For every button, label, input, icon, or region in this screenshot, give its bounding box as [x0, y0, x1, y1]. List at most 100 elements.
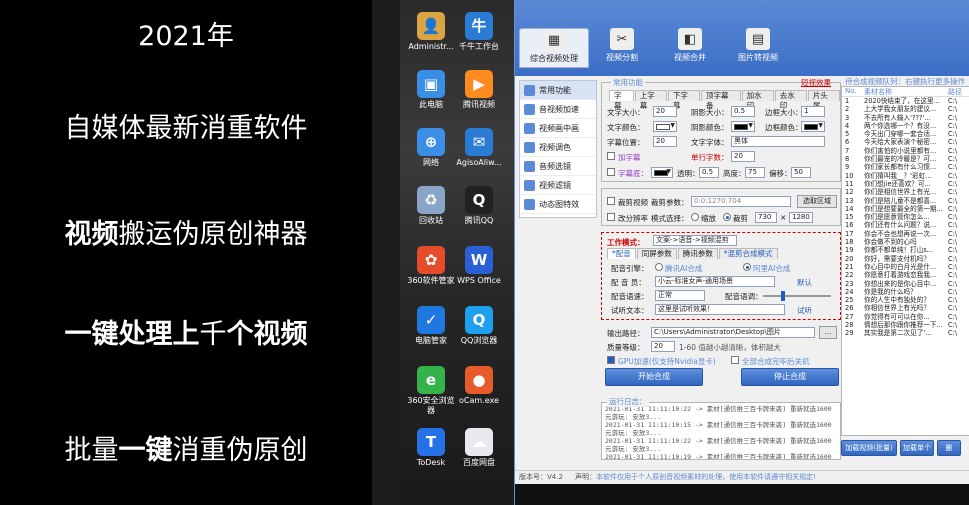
mode-scale-radio[interactable] [691, 213, 699, 221]
add-batch-button[interactable]: 加载视频(批量) [841, 440, 897, 456]
queue-row[interactable]: 2 上大学我女朋友的建议... C:\ [842, 105, 969, 113]
subtitle-tab[interactable]: 片头尾 [807, 90, 840, 110]
quality-input[interactable]: 20 [651, 341, 675, 352]
sidebar-item[interactable]: 视频调色 [520, 138, 596, 157]
default-voice-link[interactable]: 默认 [797, 277, 812, 288]
desktop-icon[interactable]: ☁ 百度网盘 [452, 428, 506, 468]
work-tab[interactable]: 腾讯参数 [677, 248, 718, 259]
crop-checkbox[interactable] [607, 197, 615, 205]
queue-row[interactable]: 1 2020快结束了，在这里... C:\ [842, 97, 969, 105]
res-height-input[interactable]: 1280 [789, 212, 813, 223]
select-area-button[interactable]: 选取区域 [797, 195, 837, 208]
subtitle-tab[interactable]: 去水印 [774, 90, 807, 110]
queue-row[interactable]: 3 不去所有人输入'???'... C:\ [842, 114, 969, 122]
subtitle-tab[interactable]: 顶字幕备 [701, 90, 741, 110]
browse-button[interactable]: ... [819, 326, 837, 339]
queue-row[interactable]: 15 你们是愿意管你怎么... C:\ [842, 213, 969, 221]
mode-crop-radio[interactable] [723, 213, 731, 221]
add-single-button[interactable]: 加载单个 [900, 440, 934, 456]
sidebar-item[interactable]: 视频滤镜 [520, 176, 596, 195]
border-size-input[interactable]: 1 [801, 106, 825, 117]
output-path-input[interactable]: C:\Users\Administrator\Desktop\图片 [651, 327, 815, 338]
transparency-input[interactable]: 0.5 [699, 167, 719, 178]
toolbar-button-1[interactable]: ✂ 视频分割 [587, 28, 657, 68]
crop-param-input[interactable]: 0:0:1270:704 [691, 196, 791, 207]
queue-row[interactable]: 7 你们害怕的小说里都有... C:\ [842, 147, 969, 155]
queue-row[interactable]: 17 你会不会也想再说一次... C:\ [842, 230, 969, 238]
start-button[interactable]: 开始合成 [605, 368, 703, 386]
toolbar-button-0[interactable]: ▦ 综合视频处理 [519, 28, 589, 68]
queue-row[interactable]: 23 你想出来的是你心目中... C:\ [842, 280, 969, 288]
voice-select[interactable]: 小云-标准女声-通用场景 [655, 276, 775, 287]
queue-row[interactable]: 25 你的人生中有独处的？ C:\ [842, 296, 969, 304]
tone-slider[interactable] [763, 291, 831, 301]
queue-row[interactable]: 26 你相信世界上有光吗？ C:\ [842, 304, 969, 312]
offset-input[interactable]: 50 [791, 167, 811, 178]
desktop-icon[interactable]: ● oCam.exe [452, 366, 506, 406]
add-title-checkbox[interactable] [607, 152, 615, 160]
queue-row[interactable]: 6 今天给大家表演个秘密... C:\ [842, 138, 969, 146]
desktop-icon[interactable]: ✓ 电脑管家 [404, 306, 458, 346]
queue-row[interactable]: 24 你是我的什么吗？ C:\ [842, 288, 969, 296]
queue-row[interactable]: 8 你们最宠的冷暖是？可... C:\ [842, 155, 969, 163]
queue-row[interactable]: 10 你们猜叫我__？'彩虹... C:\ [842, 172, 969, 180]
queue-row[interactable]: 5 今天出门穿哪一套合适... C:\ [842, 130, 969, 138]
work-tab[interactable]: *配音 [607, 248, 636, 259]
queue-row[interactable]: 29 其实我是第二次见了'... C:\ [842, 329, 969, 337]
desktop-icon[interactable]: ♻ 回收站 [404, 186, 458, 226]
border-color-picker[interactable]: ▼ [801, 121, 825, 132]
subtitle-bg-checkbox[interactable] [607, 168, 615, 176]
desktop-icon[interactable]: W WPS Office [452, 246, 506, 286]
shutdown-checkbox[interactable] [731, 356, 739, 364]
queue-row[interactable]: 12 你们是相信世界上有光... C:\ [842, 188, 969, 196]
sidebar-item[interactable]: 动态图特效 [520, 195, 596, 214]
desktop-icon[interactable]: ▶ 腾讯视频 [452, 70, 506, 110]
desktop-icon[interactable]: ✿ 360软件管家 [404, 246, 458, 286]
desktop-icon[interactable]: ✉ AgisoAliw... [452, 128, 506, 168]
queue-row[interactable]: 13 你们是陪儿童不是都喜... C:\ [842, 197, 969, 205]
queue-row[interactable]: 27 你觉得有可可以在你... C:\ [842, 313, 969, 321]
subtitle-tab[interactable]: 上字幕 [634, 90, 667, 110]
queue-row[interactable]: 16 你们还有什么问题？说... C:\ [842, 221, 969, 229]
desktop-icon[interactable]: ⊕ 网络 [404, 128, 458, 168]
tips-link[interactable]: 短视效果 [801, 77, 831, 88]
queue-row[interactable]: 20 你好，需要支付机吗？ C:\ [842, 255, 969, 263]
desktop-icon[interactable]: 👤 Administr... [404, 12, 458, 52]
shadow-color-picker[interactable]: ▼ [731, 121, 755, 132]
sidebar-item[interactable]: 常用功能 [520, 81, 596, 100]
work-tab[interactable]: *混剪合成模式 [718, 248, 778, 259]
speed-select[interactable]: 正常 [655, 290, 705, 301]
sidebar-item[interactable]: 音视频加速 [520, 100, 596, 119]
subtitle-bg-color[interactable]: ▼ [651, 167, 673, 178]
queue-row[interactable]: 14 你们是想要最全的第一期... C:\ [842, 205, 969, 213]
queue-list[interactable]: No. 素材名称 路径 1 2020快结束了，在这里... C:\ 2 上大学我女朋友的… [841, 86, 969, 436]
toolbar-button-2[interactable]: ◧ 视频合并 [655, 28, 725, 68]
single-char-input[interactable]: 20 [731, 151, 755, 162]
delete-button[interactable]: 删 [937, 440, 961, 456]
resize-checkbox[interactable] [607, 213, 615, 221]
height-input[interactable]: 75 [745, 167, 765, 178]
font-color-picker[interactable]: ▼ [653, 121, 677, 132]
queue-row[interactable]: 19 你都不都单纯！打山s... C:\ [842, 246, 969, 254]
shadow-size-input[interactable]: 0.5 [731, 106, 755, 117]
desktop-icon[interactable]: T ToDesk [404, 428, 458, 468]
stop-button[interactable]: 停止合成 [741, 368, 839, 386]
res-width-input[interactable]: 730 [755, 212, 777, 223]
test-text-input[interactable]: 这里是试听效果！ [655, 304, 785, 315]
queue-row[interactable]: 28 情想后那你跟你推荐一下... C:\ [842, 321, 969, 329]
desktop-icon[interactable]: e 360安全浏览器 [404, 366, 458, 416]
gpu-checkbox[interactable] [607, 356, 615, 364]
subtitle-tab[interactable]: 字幕 [609, 90, 634, 110]
test-listen-link[interactable]: 试听 [797, 305, 812, 316]
sidebar-item[interactable]: 音频选镜 [520, 157, 596, 176]
engine-tencent-radio[interactable] [655, 263, 663, 271]
sidebar-item[interactable]: 视频画中画 [520, 119, 596, 138]
toolbar-button-3[interactable]: ▤ 图片转视频 [723, 28, 793, 68]
desktop-icon[interactable]: Q 腾讯QQ [452, 186, 506, 226]
subtitle-tab[interactable]: 下字幕 [667, 90, 701, 110]
queue-row[interactable]: 18 你会做不到的心吗 C:\ [842, 238, 969, 246]
queue-row[interactable]: 22 你愿意打着游戏恋我我... C:\ [842, 271, 969, 279]
queue-row[interactable]: 11 你们想jie还喜欢？可... C:\ [842, 180, 969, 188]
queue-row[interactable]: 21 你心目中的白月光是什... C:\ [842, 263, 969, 271]
font-size-input[interactable]: 20 [653, 106, 677, 117]
